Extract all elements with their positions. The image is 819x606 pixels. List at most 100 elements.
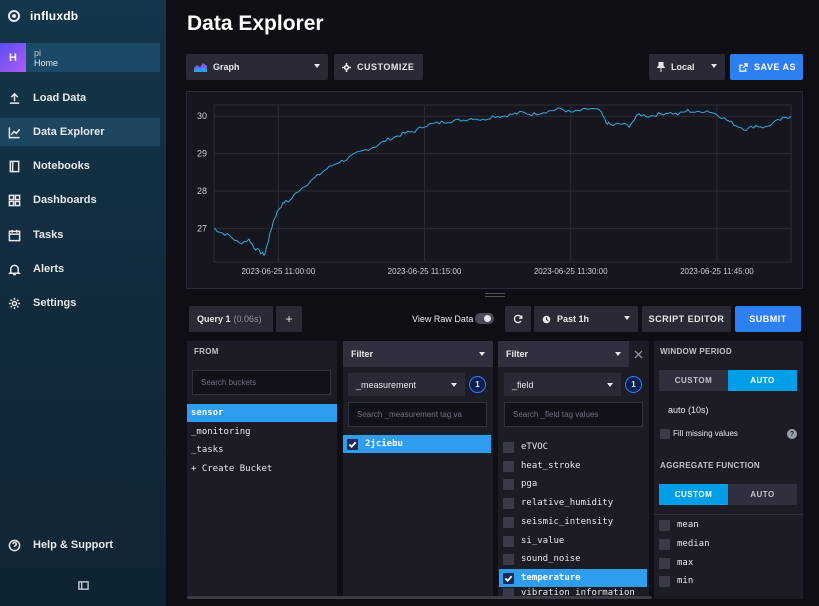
sidebar-item-dashboards[interactable]: Dashboards [0, 186, 160, 214]
timezone-label: Local [671, 62, 695, 72]
aggregate-auto-button[interactable]: AUTO [728, 484, 797, 505]
refresh-icon [513, 314, 523, 324]
tag-value-label: 2jciebu [365, 439, 403, 449]
fill-missing-checkbox[interactable] [660, 429, 670, 439]
field-value-item[interactable]: pga [499, 475, 647, 493]
aggregate-function-mean[interactable]: mean [655, 516, 795, 534]
user-name: pi [34, 47, 42, 58]
field-key-dropdown[interactable]: _field [504, 373, 621, 396]
logo-text: influxdb [30, 9, 79, 23]
graph-type-dropdown[interactable]: Graph [186, 54, 328, 80]
window-custom-button[interactable]: CUSTOM [659, 370, 728, 391]
add-query-button[interactable]: + [276, 306, 302, 332]
field-value-item[interactable]: heat_stroke [499, 457, 647, 475]
checkbox-unchecked [503, 553, 514, 565]
field-value-item[interactable]: seismic_intensity [499, 513, 647, 531]
filter-label: Filter [351, 349, 374, 359]
clock-icon [542, 315, 551, 324]
view-raw-data-toggle[interactable] [475, 313, 494, 324]
sidebar-item-data-explorer[interactable]: Data Explorer [0, 118, 160, 146]
tag-value-item[interactable]: 2jciebu [343, 435, 491, 453]
area-chart-icon [194, 62, 207, 72]
field-value-label: relative_humidity [521, 498, 614, 508]
sidebar-item-load-data[interactable]: Load Data [0, 84, 160, 112]
pin-icon [657, 62, 665, 72]
panel-resize-handle[interactable] [485, 293, 505, 297]
aggregate-function-median[interactable]: median [655, 535, 795, 553]
checkbox-unchecked [503, 535, 514, 547]
sidebar-item-settings[interactable]: Settings [0, 289, 160, 317]
window-period-value: auto (10s) [668, 405, 709, 415]
sidebar-item-label: Data Explorer [33, 126, 105, 138]
aggregate-function-max[interactable]: max [655, 554, 795, 572]
field-value-label: eTVOC [521, 442, 549, 452]
aggregate-custom-button[interactable]: CUSTOM [659, 484, 728, 505]
from-header: FROM [194, 347, 219, 356]
close-icon[interactable] [633, 347, 644, 359]
field-value-label: sound_noise [521, 554, 581, 564]
aggregate-function-min[interactable]: min [655, 572, 795, 590]
timezone-dropdown[interactable]: Local [649, 54, 725, 80]
bucket-item-tasks[interactable]: _tasks [187, 441, 337, 459]
graph-icon [7, 125, 21, 139]
field-value-item[interactable]: si_value [499, 532, 647, 550]
field-value-item[interactable]: temperature [499, 569, 647, 587]
collapse-sidebar-button[interactable] [0, 568, 166, 606]
measurement-key-dropdown[interactable]: _measurement [348, 373, 465, 396]
collapse-icon [77, 578, 89, 596]
x-tick-label: 2023-06-25 11:45:00 [680, 267, 754, 276]
submit-button[interactable]: SUBMIT [735, 306, 801, 332]
search-field-input[interactable]: Search _field tag values [504, 402, 643, 427]
influxdb-logo[interactable]: influxdb [8, 8, 78, 24]
script-editor-button[interactable]: SCRIPT EDITOR [642, 306, 731, 332]
customize-button[interactable]: CUSTOMIZE [334, 54, 423, 80]
help-icon[interactable]: ? [787, 429, 797, 439]
sidebar-item-label: Notebooks [33, 160, 90, 172]
selected-count-badge: 1 [625, 376, 642, 393]
sidebar-item-alerts[interactable]: Alerts [0, 255, 160, 283]
sidebar-item-help-support[interactable]: Help & Support [0, 531, 160, 559]
avatar: H [0, 43, 26, 72]
aggregate-toggle: CUSTOM AUTO [659, 484, 797, 505]
checkbox-unchecked [659, 519, 670, 531]
x-tick-label: 2023-06-25 11:00:00 [241, 267, 315, 276]
sidebar-item-label: Help & Support [33, 539, 114, 551]
tab-query-1[interactable]: Query 1 (0.06s) [189, 306, 273, 332]
checkbox-unchecked [503, 478, 514, 490]
key-label: _measurement [356, 379, 417, 390]
refresh-button[interactable] [505, 306, 531, 332]
time-series-graph[interactable]: 2023-06-25 11:00:00 2023-06-25 11:15:00 20… [186, 91, 803, 289]
field-value-item[interactable]: sound_noise [499, 550, 647, 568]
filter-function-dropdown[interactable]: Filter [498, 341, 629, 367]
window-period-header: WINDOW PERIOD [660, 347, 732, 356]
checkbox-unchecked [503, 460, 514, 472]
org-home-label: Home [34, 57, 59, 68]
question-icon [7, 538, 21, 552]
checkbox-unchecked [503, 516, 514, 528]
influxdb-logo-icon [8, 10, 20, 22]
search-measurement-input[interactable]: Search _measurement tag va [348, 402, 487, 427]
bucket-item-sensor[interactable]: sensor [187, 404, 337, 422]
search-buckets-input[interactable]: Search buckets [192, 370, 331, 395]
org-switcher[interactable]: H pi Home [0, 43, 160, 72]
time-range-label: Past 1h [557, 314, 590, 324]
sidebar-item-tasks[interactable]: Tasks [0, 221, 160, 249]
bucket-item-monitoring[interactable]: _monitoring [187, 423, 337, 441]
divider [654, 514, 803, 515]
time-range-dropdown[interactable]: Past 1h [534, 306, 638, 332]
calendar-icon [7, 228, 21, 242]
field-value-item[interactable]: relative_humidity [499, 494, 647, 512]
window-auto-button[interactable]: AUTO [728, 370, 797, 391]
chevron-down-icon [711, 64, 717, 68]
upload-icon [7, 91, 21, 105]
filter-function-dropdown[interactable]: Filter [343, 341, 493, 367]
field-value-item[interactable]: eTVOC [499, 438, 647, 456]
y-tick-label: 28 [197, 186, 207, 196]
sidebar-item-label: Settings [33, 297, 77, 309]
sidebar-item-notebooks[interactable]: Notebooks [0, 152, 160, 180]
save-as-button[interactable]: SAVE AS [730, 54, 803, 80]
create-bucket-link[interactable]: + Create Bucket [187, 460, 337, 478]
horizontal-scrollbar[interactable] [187, 596, 652, 599]
bell-icon [7, 262, 21, 276]
gear-icon [7, 296, 21, 310]
